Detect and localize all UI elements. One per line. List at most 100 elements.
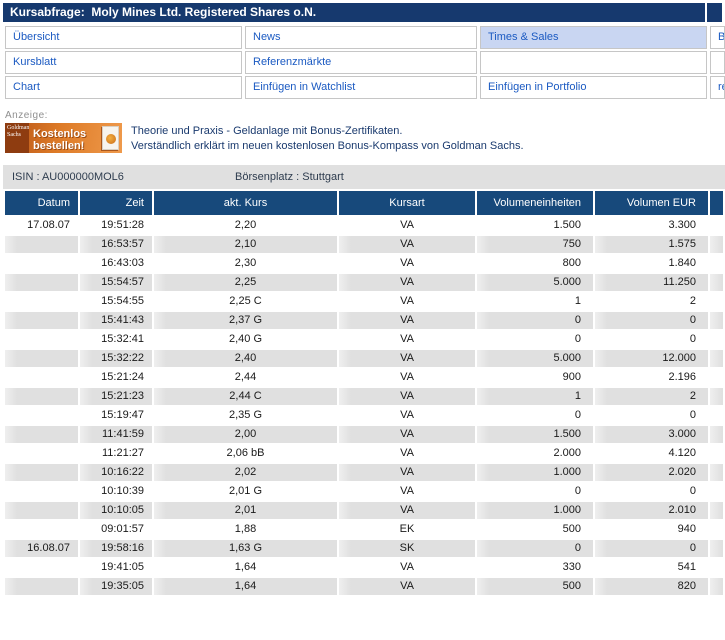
cell-datum (5, 274, 78, 291)
cell-partial (710, 369, 723, 386)
cell-volumen-eur: 2.020 (595, 464, 708, 481)
table-row: 19:35:051,64VA500820 (5, 578, 723, 595)
ad-text: Theorie und Praxis - Geldanlage mit Bonu… (131, 123, 524, 154)
cell-volumen-eur: 940 (595, 521, 708, 538)
cell-volumen-eur: 0 (595, 312, 708, 329)
exchange-value: Börsenplatz : Stuttgart (235, 171, 344, 183)
cell-volumeneinheiten: 5.000 (477, 350, 593, 367)
cell-volumeneinheiten: 330 (477, 559, 593, 576)
cell-zeit: 11:21:27 (80, 445, 152, 462)
cell-datum (5, 369, 78, 386)
cell-kursart: SK (339, 540, 475, 557)
cell-volumeneinheiten: 1 (477, 293, 593, 310)
table-row: 19:41:051,64VA330541 (5, 559, 723, 576)
nav-item-einfügen-in-watchlist[interactable]: Einfügen in Watchlist (245, 76, 477, 99)
cell-zeit: 19:35:05 (80, 578, 152, 595)
cell-volumen-eur: 2.010 (595, 502, 708, 519)
cell-partial (710, 445, 723, 462)
cell-partial (710, 331, 723, 348)
cell-zeit: 15:54:55 (80, 293, 152, 310)
cell-akt-kurs: 2,20 (154, 217, 337, 234)
table-row: 15:32:222,40VA5.00012.000 (5, 350, 723, 367)
cell-akt-kurs: 2,02 (154, 464, 337, 481)
table-row: 10:10:052,01VA1.0002.010 (5, 502, 723, 519)
cell-kursart: VA (339, 331, 475, 348)
cell-kursart: VA (339, 217, 475, 234)
nav-item-b[interactable]: B (710, 26, 725, 49)
cell-volumen-eur: 2 (595, 388, 708, 405)
cell-zeit: 10:10:39 (80, 483, 152, 500)
page-title: Kursabfrage: Moly Mines Ltd. Registered … (3, 3, 705, 22)
goldman-sachs-banner[interactable]: Goldman Sachs Kostenlos bestellen! (5, 123, 122, 153)
table-row: 15:54:572,25VA5.00011.250 (5, 274, 723, 291)
cell-datum (5, 255, 78, 272)
cell-volumen-eur: 4.120 (595, 445, 708, 462)
cell-kursart: VA (339, 407, 475, 424)
cell-datum: 16.08.07 (5, 540, 78, 557)
cell-kursart: VA (339, 350, 475, 367)
nav-item-chart[interactable]: Chart (5, 76, 242, 99)
ad-label: Anzeige: (5, 110, 725, 121)
cell-datum (5, 578, 78, 595)
ad-text-line2: Verständlich erklärt im neuen kostenlose… (131, 139, 524, 154)
nav-item-kursblatt[interactable]: Kursblatt (5, 51, 242, 74)
cell-akt-kurs: 2,44 C (154, 388, 337, 405)
banner-cta-text: Kostenlos bestellen! (29, 125, 86, 152)
table-row: 16.08.0719:58:161,63 GSK00 (5, 540, 723, 557)
cell-datum: 17.08.07 (5, 217, 78, 234)
isin-value: ISIN : AU000000MOL6 (3, 171, 235, 183)
nav-cell-empty (480, 51, 707, 74)
cell-volumen-eur: 820 (595, 578, 708, 595)
cell-datum (5, 521, 78, 538)
table-row: 09:01:571,88EK500940 (5, 521, 723, 538)
nav-item-einfügen-in-portfolio[interactable]: Einfügen in Portfolio (480, 76, 707, 99)
cell-kursart: VA (339, 483, 475, 500)
cell-zeit: 10:10:05 (80, 502, 152, 519)
cell-partial (710, 407, 723, 424)
column-header-partial (710, 191, 723, 215)
cell-volumeneinheiten: 0 (477, 312, 593, 329)
cell-volumen-eur: 0 (595, 331, 708, 348)
cell-partial (710, 559, 723, 576)
cell-partial (710, 388, 723, 405)
cell-zeit: 09:01:57 (80, 521, 152, 538)
cell-datum (5, 464, 78, 481)
nav-item-re[interactable]: re (710, 76, 725, 99)
cell-volumeneinheiten: 1.500 (477, 217, 593, 234)
cell-zeit: 10:16:22 (80, 464, 152, 481)
table-row: 15:21:232,44 CVA12 (5, 388, 723, 405)
nav-item-übersicht[interactable]: Übersicht (5, 26, 242, 49)
cell-akt-kurs: 2,40 G (154, 331, 337, 348)
cell-volumen-eur: 3.000 (595, 426, 708, 443)
cell-zeit: 19:41:05 (80, 559, 152, 576)
cell-zeit: 16:53:57 (80, 236, 152, 253)
table-row: 15:41:432,37 GVA00 (5, 312, 723, 329)
cell-akt-kurs: 1,64 (154, 559, 337, 576)
cell-datum (5, 445, 78, 462)
cell-kursart: VA (339, 445, 475, 462)
cell-datum (5, 331, 78, 348)
cell-partial (710, 217, 723, 234)
cell-partial (710, 483, 723, 500)
cell-akt-kurs: 2,06 bB (154, 445, 337, 462)
nav-item-times-sales[interactable]: Times & Sales (480, 26, 707, 49)
cell-akt-kurs: 2,25 C (154, 293, 337, 310)
cell-partial (710, 274, 723, 291)
cell-volumeneinheiten: 0 (477, 483, 593, 500)
column-header-akt-kurs: akt. Kurs (154, 191, 337, 215)
table-row: 16:43:032,30VA8001.840 (5, 255, 723, 272)
cell-volumeneinheiten: 500 (477, 521, 593, 538)
cell-zeit: 15:32:22 (80, 350, 152, 367)
nav-item-news[interactable]: News (245, 26, 477, 49)
cell-datum (5, 483, 78, 500)
cell-zeit: 11:41:59 (80, 426, 152, 443)
cell-volumen-eur: 11.250 (595, 274, 708, 291)
table-row: 16:53:572,10VA7501.575 (5, 236, 723, 253)
cell-zeit: 15:54:57 (80, 274, 152, 291)
cell-datum (5, 502, 78, 519)
table-row: 11:41:592,00VA1.5003.000 (5, 426, 723, 443)
nav-item-referenzmärkte[interactable]: Referenzmärkte (245, 51, 477, 74)
cell-kursart: VA (339, 312, 475, 329)
cell-akt-kurs: 2,01 (154, 502, 337, 519)
cell-kursart: VA (339, 578, 475, 595)
